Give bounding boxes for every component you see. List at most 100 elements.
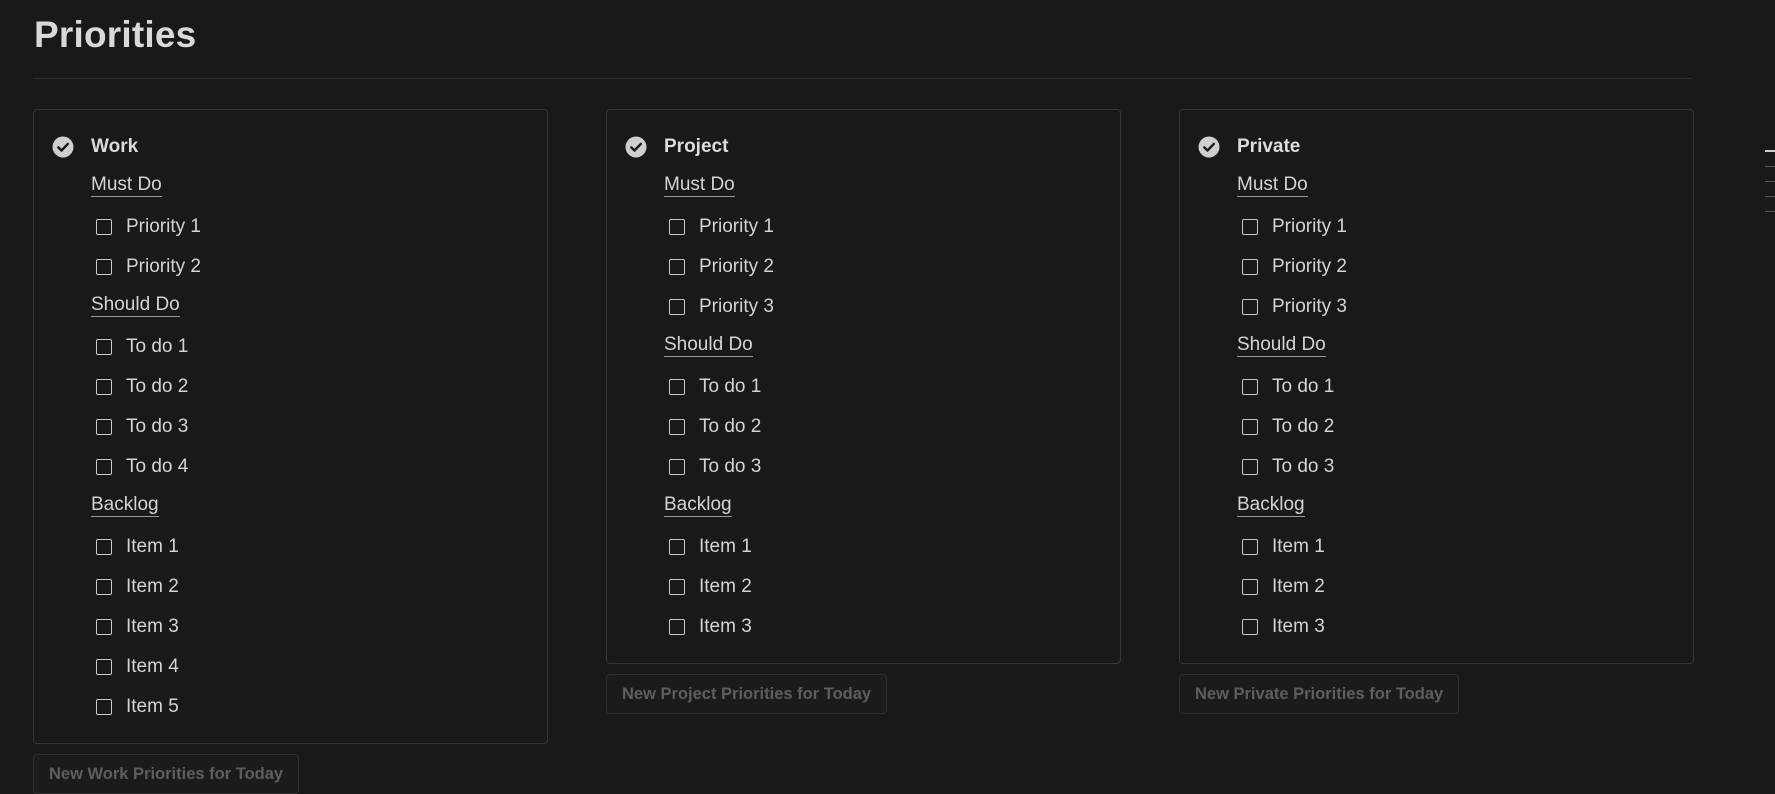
card-title[interactable]: Private xyxy=(1237,136,1300,158)
checkbox-icon[interactable] xyxy=(96,379,112,395)
todo-label[interactable]: To do 2 xyxy=(699,416,761,438)
todo-label[interactable]: Item 2 xyxy=(1272,576,1325,598)
checkbox-icon[interactable] xyxy=(669,419,685,435)
checkbox-icon[interactable] xyxy=(669,459,685,475)
checkbox-icon[interactable] xyxy=(669,259,685,275)
todo-item: Item 3 xyxy=(96,607,547,647)
todo-label[interactable]: Priority 2 xyxy=(699,256,774,278)
todo-item: Priority 1 xyxy=(669,207,1120,247)
todo-label[interactable]: To do 2 xyxy=(1272,416,1334,438)
todo-item: To do 3 xyxy=(96,407,547,447)
todo-label[interactable]: Priority 2 xyxy=(126,256,201,278)
section-heading[interactable]: Should Do xyxy=(664,327,1120,367)
checkbox-icon[interactable] xyxy=(96,579,112,595)
todo-label[interactable]: Item 1 xyxy=(699,536,752,558)
new-priorities-button[interactable]: New Work Priorities for Today xyxy=(33,754,300,794)
new-priorities-button[interactable]: New Private Priorities for Today xyxy=(1179,674,1460,714)
check-circle-icon[interactable] xyxy=(1198,136,1220,158)
todo-label[interactable]: Item 3 xyxy=(126,616,179,638)
priority-column-1: Project Must Do Priority 1 Priority 2 Priori… xyxy=(606,109,1121,714)
section-heading[interactable]: Must Do xyxy=(664,167,1120,207)
section-heading[interactable]: Backlog xyxy=(91,487,547,527)
checkbox-icon[interactable] xyxy=(669,579,685,595)
todo-item: To do 4 xyxy=(96,447,547,487)
checkbox-icon[interactable] xyxy=(96,419,112,435)
priority-card: Work Must Do Priority 1 Priority 2 Should Do… xyxy=(33,109,548,744)
checkbox-icon[interactable] xyxy=(669,299,685,315)
todo-item: Item 4 xyxy=(96,647,547,687)
todo-label[interactable]: To do 3 xyxy=(126,416,188,438)
todo-label[interactable]: Priority 3 xyxy=(1272,296,1347,318)
todo-label[interactable]: Priority 2 xyxy=(1272,256,1347,278)
new-priorities-button[interactable]: New Project Priorities for Today xyxy=(606,674,888,714)
todo-item: Priority 1 xyxy=(1242,207,1693,247)
todo-label[interactable]: To do 3 xyxy=(1272,456,1334,478)
checkbox-icon[interactable] xyxy=(1242,579,1258,595)
todo-label[interactable]: Item 1 xyxy=(1272,536,1325,558)
checkbox-icon[interactable] xyxy=(96,539,112,555)
card-header: Private xyxy=(1180,135,1693,159)
section-heading[interactable]: Must Do xyxy=(91,167,547,207)
checkbox-icon[interactable] xyxy=(1242,459,1258,475)
checkbox-icon[interactable] xyxy=(1242,619,1258,635)
todo-label[interactable]: To do 1 xyxy=(126,336,188,358)
section-heading-label: Must Do xyxy=(1237,174,1308,197)
card-title[interactable]: Project xyxy=(664,136,728,158)
todo-item: Priority 3 xyxy=(669,287,1120,327)
checkbox-icon[interactable] xyxy=(669,219,685,235)
checkbox-icon[interactable] xyxy=(1242,379,1258,395)
todo-item: Item 1 xyxy=(96,527,547,567)
todo-label[interactable]: To do 3 xyxy=(699,456,761,478)
checkbox-icon[interactable] xyxy=(1242,259,1258,275)
todo-label[interactable]: Item 3 xyxy=(699,616,752,638)
todo-label[interactable]: Item 3 xyxy=(1272,616,1325,638)
checkbox-icon[interactable] xyxy=(1242,299,1258,315)
checkbox-icon[interactable] xyxy=(96,219,112,235)
todo-label[interactable]: To do 4 xyxy=(126,456,188,478)
checkbox-icon[interactable] xyxy=(96,699,112,715)
checkbox-icon[interactable] xyxy=(669,539,685,555)
priority-column-2: Private Must Do Priority 1 Priority 2 Priori… xyxy=(1179,109,1694,714)
checkbox-icon[interactable] xyxy=(1242,539,1258,555)
todo-label[interactable]: Priority 1 xyxy=(699,216,774,238)
todo-label[interactable]: Item 4 xyxy=(126,656,179,678)
section-heading-label: Should Do xyxy=(91,294,180,317)
todo-label[interactable]: To do 1 xyxy=(1272,376,1334,398)
todo-label[interactable]: Priority 1 xyxy=(1272,216,1347,238)
todo-label[interactable]: To do 2 xyxy=(126,376,188,398)
todo-label[interactable]: Priority 1 xyxy=(126,216,201,238)
check-circle-icon[interactable] xyxy=(625,136,647,158)
section-heading[interactable]: Backlog xyxy=(1237,487,1693,527)
section-heading[interactable]: Must Do xyxy=(1237,167,1693,207)
todo-item: Priority 2 xyxy=(1242,247,1693,287)
priority-card: Private Must Do Priority 1 Priority 2 Priori… xyxy=(1179,109,1694,664)
checkbox-icon[interactable] xyxy=(669,379,685,395)
section-heading[interactable]: Should Do xyxy=(1237,327,1693,367)
checkbox-icon[interactable] xyxy=(96,259,112,275)
card-title[interactable]: Work xyxy=(91,136,138,158)
section-heading[interactable]: Backlog xyxy=(664,487,1120,527)
checkbox-icon[interactable] xyxy=(96,339,112,355)
todo-item: Item 2 xyxy=(96,567,547,607)
todo-item: Priority 1 xyxy=(96,207,547,247)
todo-label[interactable]: Item 2 xyxy=(699,576,752,598)
checkbox-icon[interactable] xyxy=(96,619,112,635)
check-circle-icon[interactable] xyxy=(52,136,74,158)
checkbox-icon[interactable] xyxy=(1242,419,1258,435)
todo-label[interactable]: Item 2 xyxy=(126,576,179,598)
section-heading-label: Backlog xyxy=(1237,494,1305,517)
section-heading-label: Should Do xyxy=(664,334,753,357)
checkbox-icon[interactable] xyxy=(669,619,685,635)
section-heading-label: Backlog xyxy=(91,494,159,517)
checkbox-icon[interactable] xyxy=(1242,219,1258,235)
card-header: Project xyxy=(607,135,1120,159)
todo-item: Item 1 xyxy=(669,527,1120,567)
todo-label[interactable]: Item 1 xyxy=(126,536,179,558)
scroll-outline-marker[interactable] xyxy=(1765,150,1775,226)
todo-label[interactable]: Item 5 xyxy=(126,696,179,718)
section-heading[interactable]: Should Do xyxy=(91,287,547,327)
todo-label[interactable]: To do 1 xyxy=(699,376,761,398)
checkbox-icon[interactable] xyxy=(96,659,112,675)
checkbox-icon[interactable] xyxy=(96,459,112,475)
todo-label[interactable]: Priority 3 xyxy=(699,296,774,318)
